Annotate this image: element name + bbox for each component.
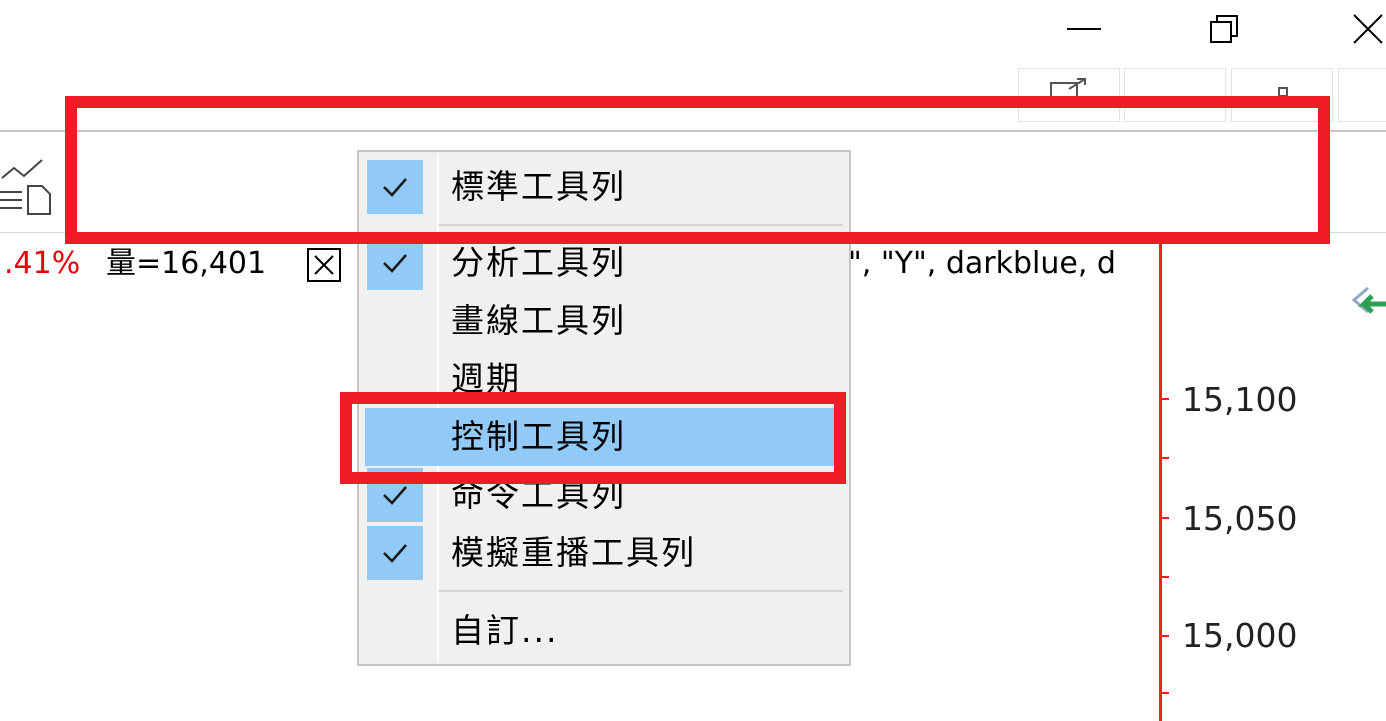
minimize-button[interactable] [1044,0,1124,58]
axis-tick [1161,517,1169,519]
close-box-icon [314,255,334,275]
change-percent: .41% [4,246,81,281]
close-icon [1353,14,1383,44]
axis-tick [1161,635,1169,637]
chart-document-icon[interactable] [0,156,56,218]
axis-label-15050: 15,050 [1182,499,1298,538]
annotation-box-control-toolbar [340,392,846,484]
axis-tick [1161,398,1169,400]
axis-label-15000: 15,000 [1182,616,1298,655]
check-icon [383,544,407,563]
axis-tick [1161,576,1169,578]
check-mark [367,526,423,580]
close-button[interactable] [1328,0,1386,58]
axis-tick [1161,692,1169,694]
menu-item-label: 畫線工具列 [451,301,626,340]
menu-item-label: 模擬重播工具列 [451,533,696,572]
restore-icon [1210,15,1238,43]
close-indicator-button[interactable] [307,248,341,282]
menu-item-customize[interactable]: 自訂... [365,602,845,660]
toolbar-button-4[interactable] [1338,68,1386,122]
price-axis [1159,236,1162,721]
back-arrow-icon[interactable] [1350,286,1386,326]
minimize-icon [1067,28,1101,30]
check-icon [383,486,407,505]
check-mark [367,236,423,290]
menu-item-replay-toolbar[interactable]: 模擬重播工具列 [365,524,845,582]
axis-tick [1161,457,1169,459]
menu-separator [439,590,843,592]
menu-item-label: 自訂... [451,611,559,650]
axis-label-15100: 15,100 [1182,380,1298,419]
annotation-box-toolbar [65,96,1330,244]
restore-button[interactable] [1184,0,1264,58]
formula-snippet: ", "Y", darkblue, d [848,246,1116,281]
volume-value: 量=16,401 [106,246,267,281]
menu-item-drawing-toolbar[interactable]: 畫線工具列 [365,292,845,350]
check-icon [383,254,407,273]
